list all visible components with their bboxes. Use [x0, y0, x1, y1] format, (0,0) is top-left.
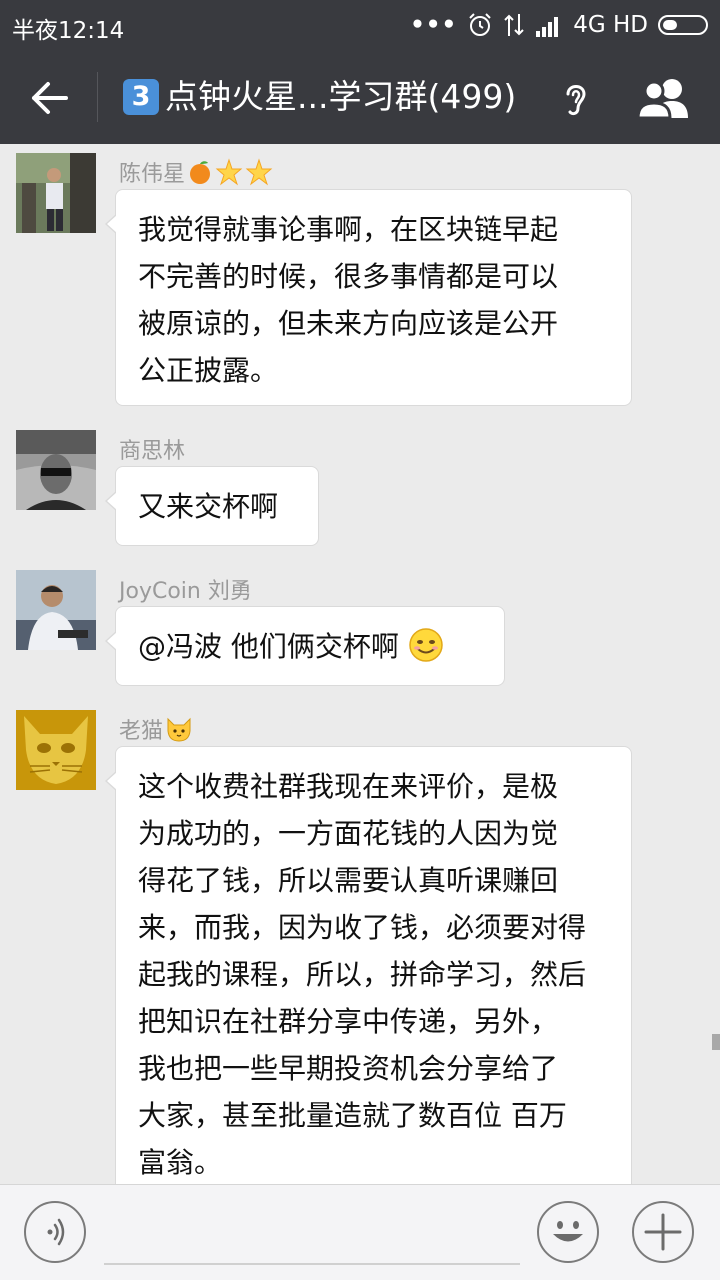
scrollbar-thumb[interactable]: [712, 1034, 720, 1050]
message-line: 得花了钱，所以需要认真听课赚回: [138, 864, 559, 897]
sender-name: JoyCoin 刘勇: [119, 573, 252, 605]
message-input[interactable]: [104, 1263, 520, 1265]
sender-name: 陈伟星: [119, 156, 273, 188]
plus-icon: [644, 1213, 682, 1251]
message-line: 不完善的时候，很多事情都是可以: [138, 260, 559, 293]
signal-icon: [536, 17, 559, 37]
avatar[interactable]: [16, 710, 96, 790]
group-members-icon[interactable]: [636, 76, 694, 120]
message-line: 又来交杯啊: [138, 490, 279, 523]
voice-input-button[interactable]: [24, 1201, 86, 1263]
keycap-badge: 3: [123, 79, 159, 115]
chat-input-bar: [0, 1184, 720, 1280]
cat-face-emoji-icon: [167, 717, 191, 742]
status-icons: ••• 4G HD: [410, 10, 708, 40]
chat-header: 3 点钟火星...学习群(499): [0, 50, 720, 144]
message-line: @冯波 他们俩交杯啊: [138, 630, 399, 663]
avatar[interactable]: [16, 153, 96, 233]
sender-name-text: 商思林: [119, 439, 186, 464]
message-line: 大家，甚至批量造就了数百位 百万: [138, 1099, 567, 1132]
data-transfer-icon: [504, 14, 524, 36]
avatar[interactable]: [16, 430, 96, 510]
smiley-emoji-icon: [409, 628, 443, 662]
message-bubble[interactable]: 我觉得就事论事啊，在区块链早起 不完善的时候，很多事情都是可以 被原谅的，但未来…: [105, 189, 632, 406]
network-type: 4G HD: [573, 12, 648, 38]
message-line: 我也把一些早期投资机会分享给了: [138, 1052, 559, 1085]
group-title-text: 点钟火星...学习群(499): [165, 77, 517, 116]
voice-icon: [47, 1218, 65, 1246]
chat-message-list[interactable]: 陈伟星 我觉得就事论事啊，在区块链早起 不完善的时候，很多事情都是可以 被原谅的…: [0, 144, 720, 1184]
message-line: 我觉得就事论事啊，在区块链早起: [138, 213, 559, 246]
message-line: 把知识在社群分享中传递，另外，: [138, 1005, 559, 1038]
sender-name: 商思林: [119, 433, 185, 465]
back-arrow-icon[interactable]: [28, 76, 72, 120]
message-bubble[interactable]: 这个收费社群我现在来评价，是极 为成功的，一方面花钱的人因为觉 得花了钱，所以需…: [105, 746, 632, 1184]
alarm-icon: [469, 13, 491, 36]
header-divider: [97, 72, 98, 122]
message-line: 公正披露。: [138, 354, 279, 387]
message-line: 被原谅的，但未来方向应该是公开: [138, 307, 559, 340]
ear-icon[interactable]: [560, 78, 592, 118]
status-time: 半夜12:14: [12, 18, 125, 44]
glowing-star-icon: [215, 158, 243, 186]
more-actions-button[interactable]: [632, 1201, 694, 1263]
message-line: 起我的课程，所以，拼命学习，然后: [138, 958, 587, 991]
emoji-button[interactable]: [537, 1201, 599, 1263]
sender-name: 老猫: [119, 713, 193, 745]
message-line: 这个收费社群我现在来评价，是极: [138, 770, 559, 803]
message-line: 为成功的，一方面花钱的人因为觉: [138, 817, 559, 850]
sender-name-text: 老猫: [119, 719, 164, 744]
message-line: 来，而我，因为收了钱，必须要对得: [138, 911, 587, 944]
message-line: 富翁。: [138, 1146, 223, 1179]
message-bubble[interactable]: 又来交杯啊: [105, 466, 319, 546]
more-dots-icon: •••: [410, 12, 458, 38]
message-bubble[interactable]: @冯波 他们俩交杯啊: [105, 606, 505, 686]
orange-emoji-icon: [190, 161, 211, 184]
status-bar: 半夜12:14 ••• 4G HD: [0, 0, 720, 50]
avatar[interactable]: [16, 570, 96, 650]
sender-name-text: 陈伟星: [119, 162, 186, 187]
smiley-icon: [553, 1221, 583, 1242]
battery-icon: [658, 15, 708, 35]
glowing-star-icon: [245, 158, 273, 186]
group-title[interactable]: 3 点钟火星...学习群(499): [123, 73, 516, 121]
sender-name-text: JoyCoin 刘勇: [119, 579, 252, 604]
